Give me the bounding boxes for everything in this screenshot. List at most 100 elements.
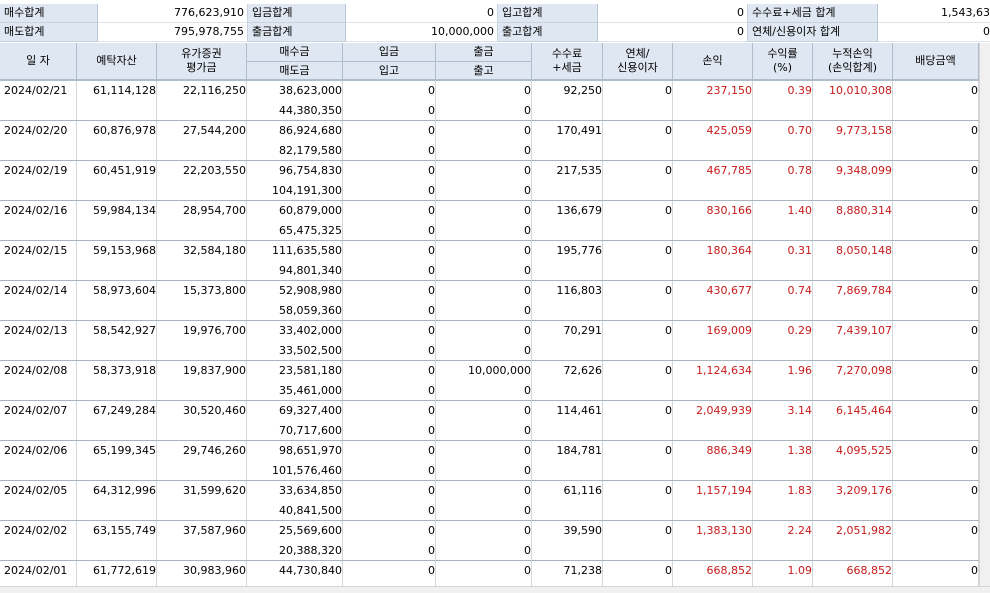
cell-fee-tax-container: 70,291 (532, 321, 603, 360)
table-row[interactable]: 2024/02/15 59,153,968 32,584,180 111,635,58… (0, 241, 979, 281)
col-header-buy-amount[interactable]: 매수금 (247, 43, 343, 62)
horizontal-scrollbar[interactable] (0, 586, 990, 593)
cell-dividend-container: 0 (893, 321, 979, 360)
cell-withdraw-group: 00 (436, 321, 532, 360)
cell-profit-container: 430,677 (673, 281, 753, 320)
table-row[interactable]: 2024/02/19 60,451,919 22,203,550 96,754,830… (0, 161, 979, 201)
cell-cum-profit: 10,010,308 (829, 84, 892, 97)
col-header-sell-amount[interactable]: 매도금 (247, 62, 343, 80)
stock-in-total-value: 0 (598, 4, 748, 23)
cell-withdraw-group: 00 (436, 241, 532, 280)
table-row[interactable]: 2024/02/13 58,542,927 19,976,700 33,402,000… (0, 321, 979, 361)
cell-cum-profit-container: 2,051,982 (813, 521, 893, 560)
cell-stock-out: 0 (524, 304, 531, 317)
col-header-cum-profit[interactable]: 누적손익 (손익합계) (813, 43, 893, 80)
cell-securities-eval: 28,954,700 (183, 204, 246, 217)
col-header-securities-eval[interactable]: 유가증권 평가금 (157, 43, 247, 80)
cell-withdraw-group: 10,000,000 0 (436, 361, 532, 400)
table-row[interactable]: 2024/02/07 67,249,284 30,520,460 69,327,400… (0, 401, 979, 441)
table-row[interactable]: 2024/02/08 58,373,918 19,837,900 23,581,180… (0, 361, 979, 401)
cell-withdraw-group: 00 (436, 81, 532, 120)
cell-profit: 830,166 (706, 204, 753, 217)
col-header-fee-tax[interactable]: 수수료 +세금 (532, 43, 603, 80)
cell-dividend-container: 0 (893, 521, 979, 560)
data-grid[interactable]: 2024/02/21 61,114,128 22,116,250 38,623,000… (0, 81, 979, 586)
cell-buy-amount-group: 52,908,980 58,059,360 (247, 281, 343, 320)
cell-deposit-assets-container: 58,373,918 (77, 361, 157, 400)
cell-securities-eval-container: 27,544,200 (157, 121, 247, 160)
cell-buy-amount: 52,908,980 (279, 284, 342, 297)
cell-return-rate-container: 0.78 (753, 161, 813, 200)
table-row[interactable]: 2024/02/05 64,312,996 31,599,620 33,634,850… (0, 481, 979, 521)
table-row[interactable]: 2024/02/02 63,155,749 37,587,960 25,569,600… (0, 521, 979, 561)
stock-out-total-value: 0 (598, 23, 748, 42)
cell-return-rate: 2.24 (787, 524, 813, 537)
cell-overdue-interest-container: 0 (603, 161, 673, 200)
cell-securities-eval-container: 15,373,800 (157, 281, 247, 320)
cell-cum-profit-container: 10,010,308 (813, 81, 893, 120)
cell-securities-eval: 22,116,250 (183, 84, 246, 97)
cell-date-container: 2024/02/06 (0, 441, 77, 480)
cell-return-rate-container: 1.96 (753, 361, 813, 400)
cell-deposit-group: 00 (343, 361, 436, 400)
cell-return-rate-container: 3.14 (753, 401, 813, 440)
cell-deposit-assets-container: 67,249,284 (77, 401, 157, 440)
cell-stock-out: 0 (524, 464, 531, 477)
cell-deposit-assets: 63,155,749 (93, 524, 156, 537)
cell-buy-amount: 86,924,680 (279, 124, 342, 137)
cell-sell-amount: 33,502,500 (279, 344, 342, 357)
cell-deposit: 0 (428, 204, 435, 217)
col-header-profit[interactable]: 손익 (673, 43, 753, 80)
cell-sell-amount: 65,475,325 (279, 224, 342, 237)
cell-securities-eval: 27,544,200 (183, 124, 246, 137)
col-header-stock-in[interactable]: 입고 (343, 62, 436, 80)
cell-dividend: 0 (971, 204, 978, 217)
col-header-withdraw[interactable]: 출금 (436, 43, 532, 62)
cell-stock-out: 0 (524, 344, 531, 357)
col-header-return-rate[interactable]: 수익률 (%) (753, 43, 813, 80)
table-row[interactable]: 2024/02/14 58,973,604 15,373,800 52,908,980… (0, 281, 979, 321)
cell-withdraw-group: 00 (436, 201, 532, 240)
cell-securities-eval: 30,520,460 (183, 404, 246, 417)
cell-buy-amount-group: 44,730,84044,404,120 (247, 561, 343, 586)
cell-dividend: 0 (971, 124, 978, 137)
col-header-overdue-interest[interactable]: 연체/ 신용이자 (603, 43, 673, 80)
fee-tax-total-value: 1,543,63 (878, 4, 990, 23)
cell-cum-profit: 7,439,107 (836, 324, 892, 337)
cell-deposit: 0 (428, 444, 435, 457)
cell-overdue-interest: 0 (665, 244, 672, 257)
cell-date: 2024/02/05 (4, 484, 68, 497)
cell-securities-eval: 29,746,260 (183, 444, 246, 457)
cell-date: 2024/02/16 (4, 204, 68, 217)
cell-securities-eval-container: 30,520,460 (157, 401, 247, 440)
cell-sell-amount: 44,380,350 (279, 104, 342, 117)
cell-buy-amount: 33,402,000 (279, 324, 342, 337)
cell-return-rate-container: 1.38 (753, 441, 813, 480)
col-header-dividend[interactable]: 배당금액 (893, 43, 979, 80)
col-header-deposit[interactable]: 입금 (343, 43, 436, 62)
col-header-date[interactable]: 일 자 (0, 43, 77, 80)
cell-profit-container: 425,059 (673, 121, 753, 160)
cell-deposit: 0 (428, 284, 435, 297)
table-row[interactable]: 2024/02/01 61,772,619 30,983,960 44,730,840… (0, 561, 979, 586)
cell-deposit-assets: 61,114,128 (93, 84, 156, 97)
cell-overdue-interest-container: 0 (603, 281, 673, 320)
cell-return-rate-container: 0.39 (753, 81, 813, 120)
cell-cum-profit: 8,880,314 (836, 204, 892, 217)
vertical-scrollbar[interactable] (979, 43, 990, 586)
table-row[interactable]: 2024/02/20 60,876,978 27,544,200 86,924,680… (0, 121, 979, 161)
cell-date: 2024/02/07 (4, 404, 68, 417)
cell-fee-tax: 170,491 (556, 124, 603, 137)
cell-overdue-interest-container: 0 (603, 521, 673, 560)
cell-fee-tax-container: 217,535 (532, 161, 603, 200)
cell-overdue-interest: 0 (665, 284, 672, 297)
cell-cum-profit-container: 7,270,098 (813, 361, 893, 400)
cell-deposit-assets: 65,199,345 (93, 444, 156, 457)
withdraw-total-label: 출금합계 (248, 23, 346, 42)
col-header-deposit-assets[interactable]: 예탁자산 (77, 43, 157, 80)
cell-profit-container: 467,785 (673, 161, 753, 200)
col-header-stock-out[interactable]: 출고 (436, 62, 532, 80)
table-row[interactable]: 2024/02/06 65,199,345 29,746,260 98,651,970… (0, 441, 979, 481)
table-row[interactable]: 2024/02/21 61,114,128 22,116,250 38,623,000… (0, 81, 979, 121)
table-row[interactable]: 2024/02/16 59,984,134 28,954,700 60,879,000… (0, 201, 979, 241)
